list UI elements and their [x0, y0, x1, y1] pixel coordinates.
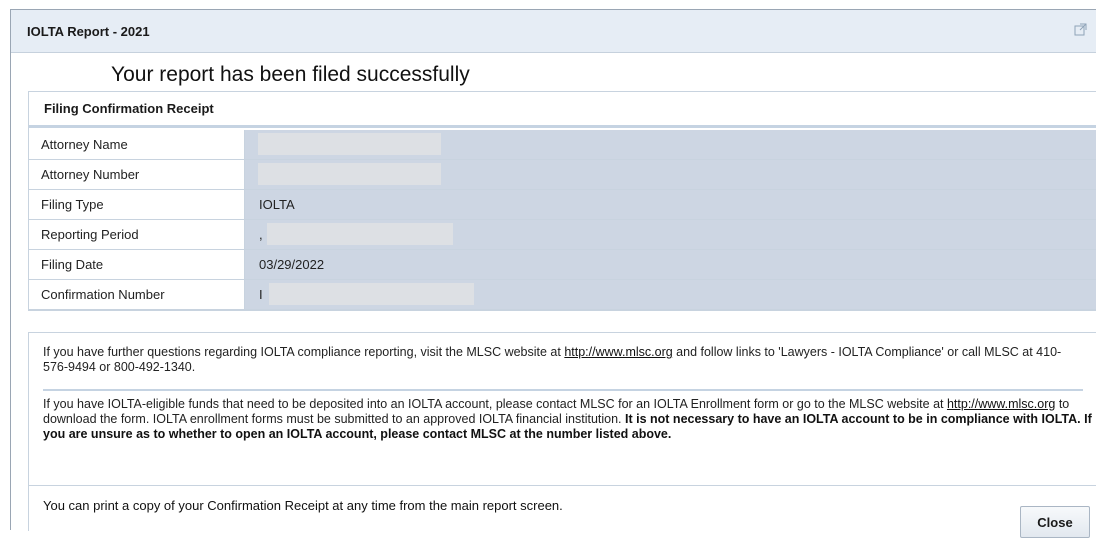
success-message: Your report has been filed successfully [111, 63, 470, 86]
mlsc-website-link[interactable]: http://www.mlsc.org [947, 397, 1055, 411]
receipt-row-filing-type: Filing Type IOLTA [29, 190, 1096, 220]
row-value-text: , [259, 227, 263, 242]
row-label: Attorney Number [29, 160, 245, 189]
confirmation-receipt: Filing Confirmation Receipt Attorney Nam… [28, 91, 1096, 311]
enrollment-text-start: If you have IOLTA-eligible funds that ne… [43, 397, 947, 411]
footer-divider [29, 485, 1096, 486]
redaction-box [269, 283, 474, 305]
receipt-row-reporting-period: Reporting Period , [29, 220, 1096, 250]
redaction-box [258, 133, 441, 155]
row-value: 03/29/2022 [245, 250, 1096, 279]
popout-icon[interactable] [1074, 23, 1087, 36]
help-paragraph: If you have further questions regarding … [43, 345, 1083, 375]
print-note: You can print a copy of your Confirmatio… [43, 498, 563, 513]
row-label: Filing Type [29, 190, 245, 219]
row-value-text: I [259, 287, 263, 302]
receipt-header: Filing Confirmation Receipt [29, 92, 1096, 128]
dialog-title: IOLTA Report - 2021 [27, 23, 150, 39]
info-panel: If you have further questions regarding … [28, 332, 1096, 538]
row-value [245, 130, 1096, 159]
info-divider [43, 389, 1083, 391]
row-label: Filing Date [29, 250, 245, 279]
receipt-row-attorney-number: Attorney Number [29, 160, 1096, 190]
row-value: , [245, 220, 1096, 249]
mlsc-website-link[interactable]: http://www.mlsc.org [564, 345, 672, 359]
row-label: Reporting Period [29, 220, 245, 249]
row-value: IOLTA [245, 190, 1096, 219]
enrollment-paragraph: If you have IOLTA-eligible funds that ne… [43, 397, 1093, 442]
receipt-row-attorney-name: Attorney Name [29, 130, 1096, 160]
receipt-rows: Attorney Name Attorney Number Filing Typ… [29, 130, 1096, 310]
receipt-row-filing-date: Filing Date 03/29/2022 [29, 250, 1096, 280]
redaction-box [267, 223, 453, 245]
iolta-report-dialog: IOLTA Report - 2021 Your report has been… [10, 9, 1096, 538]
row-label: Attorney Name [29, 130, 245, 159]
dialog-titlebar: IOLTA Report - 2021 [11, 10, 1096, 53]
close-button[interactable]: Close [1020, 506, 1090, 538]
help-text-start: If you have further questions regarding … [43, 345, 565, 359]
row-value [245, 160, 1096, 189]
row-value: I [245, 280, 1096, 309]
redaction-box [258, 163, 441, 185]
row-label: Confirmation Number [29, 280, 245, 309]
receipt-row-confirmation-number: Confirmation Number I [29, 280, 1096, 310]
